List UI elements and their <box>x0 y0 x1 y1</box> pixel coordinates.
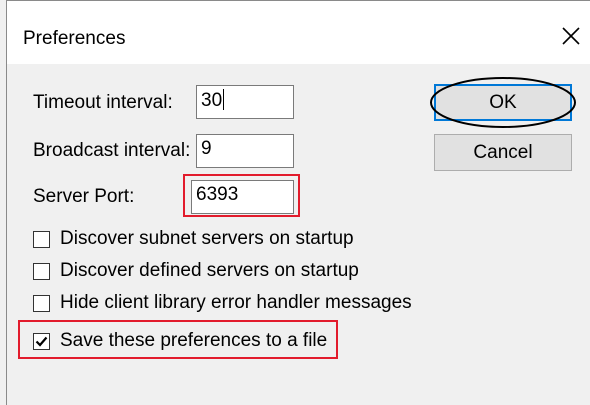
text-caret <box>223 89 225 110</box>
broadcast-interval-label: Broadcast interval: <box>33 140 191 161</box>
discover-subnet-checkbox[interactable] <box>33 231 50 248</box>
discover-defined-checkbox[interactable] <box>33 263 50 280</box>
window-title: Preferences <box>23 28 126 49</box>
save-preferences-label: Save these preferences to a file <box>60 330 328 351</box>
title-bar[interactable]: Preferences <box>7 1 590 64</box>
ok-button[interactable]: OK <box>434 84 572 121</box>
checkmark-icon <box>35 336 48 347</box>
broadcast-interval-input[interactable]: 9 <box>196 134 294 168</box>
close-icon[interactable] <box>556 21 586 51</box>
save-preferences-checkbox[interactable] <box>33 333 50 350</box>
server-port-input[interactable]: 6393 <box>191 180 294 214</box>
server-port-label: Server Port: <box>33 186 135 207</box>
server-port-value: 6393 <box>196 184 239 205</box>
hide-error-messages-label: Hide client library error handler messag… <box>60 292 412 313</box>
cancel-button[interactable]: Cancel <box>434 134 572 171</box>
timeout-interval-value: 30 <box>201 90 223 111</box>
hide-error-messages-checkbox[interactable] <box>33 295 50 312</box>
timeout-interval-label: Timeout interval: <box>33 92 173 113</box>
discover-subnet-label: Discover subnet servers on startup <box>60 228 354 249</box>
timeout-interval-input[interactable]: 30 <box>196 85 294 119</box>
broadcast-interval-value: 9 <box>201 138 212 159</box>
discover-defined-label: Discover defined servers on startup <box>60 260 359 281</box>
preferences-dialog: Preferences Timeout interval: 30 Broadca… <box>0 0 590 405</box>
